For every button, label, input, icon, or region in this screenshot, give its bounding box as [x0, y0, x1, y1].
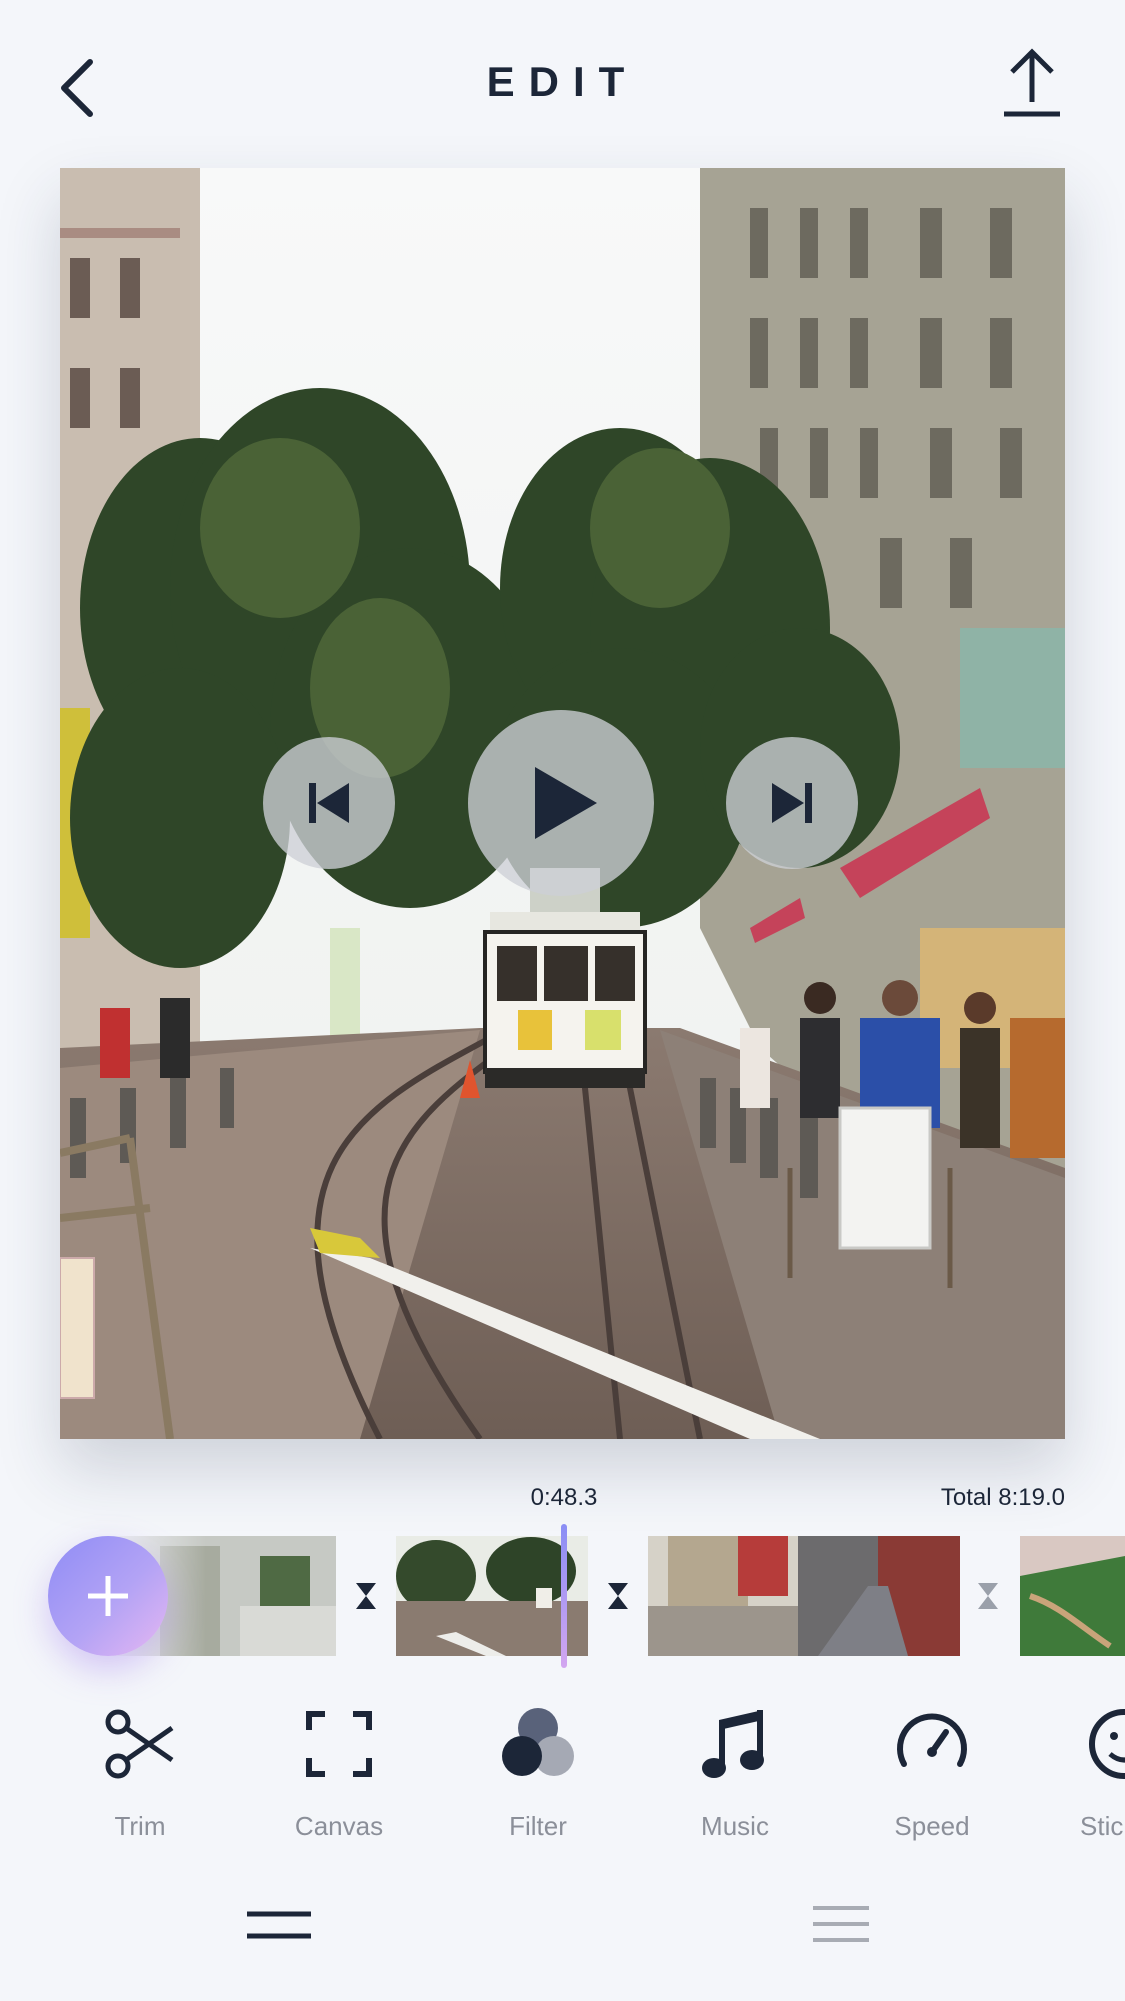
filter-circles-icon	[502, 1708, 574, 1776]
timeline-clip[interactable]	[648, 1536, 960, 1656]
tool-label: Music	[701, 1811, 769, 1841]
tool-label: Canvas	[294, 1811, 384, 1841]
double-line-icon	[247, 1911, 311, 1939]
speedometer-icon	[897, 1713, 967, 1767]
tool-label: Filter	[509, 1811, 567, 1841]
timeline-clip[interactable]	[396, 1536, 588, 1656]
tab-more[interactable]	[801, 1900, 881, 1950]
triple-line-icon	[813, 1906, 869, 1942]
play-icon	[535, 767, 597, 839]
transition-icon[interactable]	[607, 1582, 629, 1610]
upload-icon	[1004, 48, 1060, 117]
tool-music[interactable]: Music	[660, 1706, 810, 1846]
tool-speed[interactable]: Speed	[857, 1706, 1007, 1846]
sticker-smile-icon	[1089, 1709, 1125, 1779]
plus-icon	[88, 1576, 128, 1616]
transition-icon[interactable]	[355, 1582, 377, 1610]
page-title: EDIT	[486, 58, 639, 105]
play-button[interactable]	[468, 710, 654, 896]
tool-filter[interactable]: Filter	[463, 1706, 613, 1846]
tool-sticker[interactable]: Stic	[1052, 1706, 1125, 1846]
tool-label: Stic	[1080, 1811, 1124, 1841]
playhead[interactable]	[561, 1524, 567, 1668]
total-duration: Total 8:19.0	[940, 1484, 1065, 1511]
tool-label: Trim	[114, 1811, 166, 1841]
tab-edit[interactable]	[239, 1900, 319, 1950]
add-clip-button[interactable]	[48, 1536, 168, 1656]
music-note-icon	[702, 1710, 764, 1778]
skip-next-icon	[772, 783, 812, 823]
tool-canvas[interactable]: Canvas	[264, 1706, 414, 1846]
skip-next-button[interactable]	[726, 737, 858, 869]
canvas-crop-icon	[306, 1711, 372, 1777]
current-time: 0:48.3	[530, 1484, 598, 1511]
tool-trim[interactable]: Trim	[65, 1706, 215, 1846]
transition-icon[interactable]	[977, 1582, 999, 1610]
scissors-icon	[105, 1709, 174, 1779]
skip-previous-icon	[309, 783, 349, 823]
timeline-clip[interactable]	[1020, 1536, 1125, 1656]
export-button[interactable]	[990, 44, 1070, 124]
tool-label: Speed	[894, 1811, 970, 1841]
skip-previous-button[interactable]	[263, 737, 395, 869]
